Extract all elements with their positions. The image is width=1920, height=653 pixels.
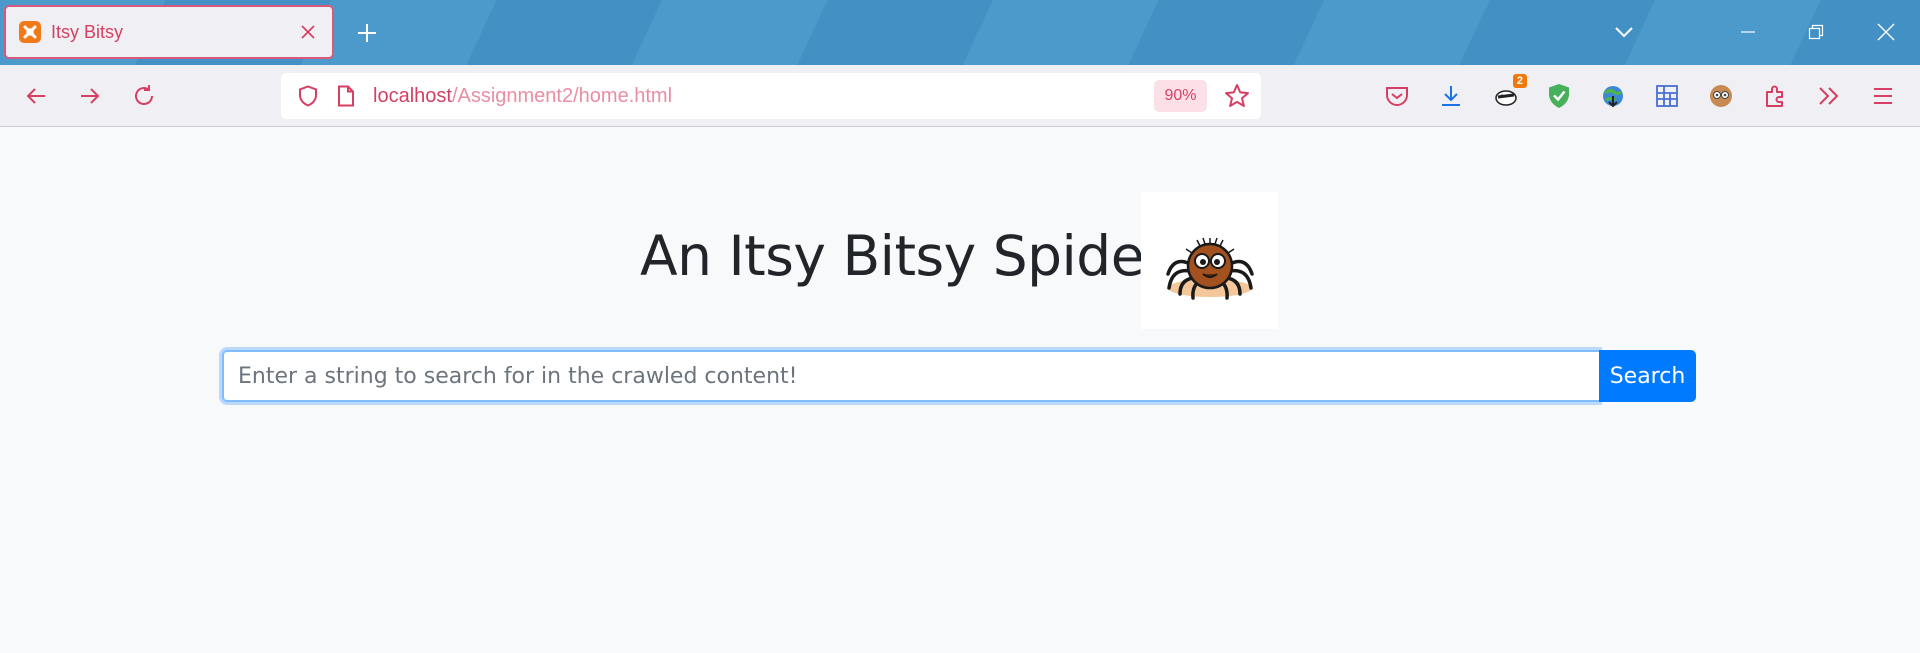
hamburger-menu-icon[interactable] [1865, 78, 1901, 114]
page-icon[interactable] [331, 81, 361, 111]
overflow-chevrons-icon[interactable] [1811, 78, 1847, 114]
close-window-icon[interactable] [1866, 12, 1906, 52]
tab-itsy-bitsy[interactable]: Itsy Bitsy [4, 5, 334, 59]
url-host: localhost [373, 84, 452, 107]
globe-download-icon[interactable] [1595, 78, 1631, 114]
navigation-toolbar: localhost/Assignment2/home.html 90% 2 [0, 65, 1920, 127]
zoom-level-badge[interactable]: 90% [1154, 80, 1207, 112]
forward-arrow-icon[interactable] [70, 76, 110, 116]
new-tab-icon[interactable] [350, 16, 384, 50]
extension-badger-icon[interactable]: 2 [1488, 74, 1527, 114]
restore-icon[interactable] [1796, 12, 1836, 52]
avatar-extension-icon[interactable] [1703, 78, 1739, 114]
puzzle-extensions-icon[interactable] [1757, 78, 1793, 114]
page-title: An Itsy Bitsy Spider [640, 224, 1167, 288]
search-button[interactable]: Search [1599, 350, 1696, 402]
search-form: Search [222, 350, 1696, 402]
close-tab-icon[interactable] [290, 14, 326, 50]
url-text[interactable]: localhost/Assignment2/home.html [373, 85, 672, 108]
adguard-shield-icon[interactable] [1541, 78, 1577, 114]
tab-title: Itsy Bitsy [51, 21, 124, 42]
page-content: An Itsy Bitsy Spider Enter a string to s… [0, 128, 1920, 653]
xampp-icon [19, 21, 41, 43]
url-path: /Assignment2/home.html [451, 84, 673, 107]
address-bar[interactable]: localhost/Assignment2/home.html 90% [281, 73, 1261, 119]
spider-logo-image [1141, 192, 1278, 329]
downloads-icon[interactable] [1433, 78, 1469, 114]
grid-layout-icon[interactable] [1649, 78, 1685, 114]
bookmark-star-icon[interactable] [1221, 80, 1253, 112]
tab-strip: Itsy Bitsy [0, 0, 1920, 65]
search-input[interactable] [222, 350, 1599, 402]
pocket-icon[interactable] [1379, 78, 1415, 114]
extension-badge-count: 2 [1512, 74, 1527, 88]
back-arrow-icon[interactable] [16, 76, 56, 116]
shield-icon[interactable] [293, 81, 323, 111]
list-all-tabs-icon[interactable] [1604, 12, 1644, 52]
reload-icon[interactable] [124, 76, 164, 116]
minimize-icon[interactable] [1728, 12, 1768, 52]
